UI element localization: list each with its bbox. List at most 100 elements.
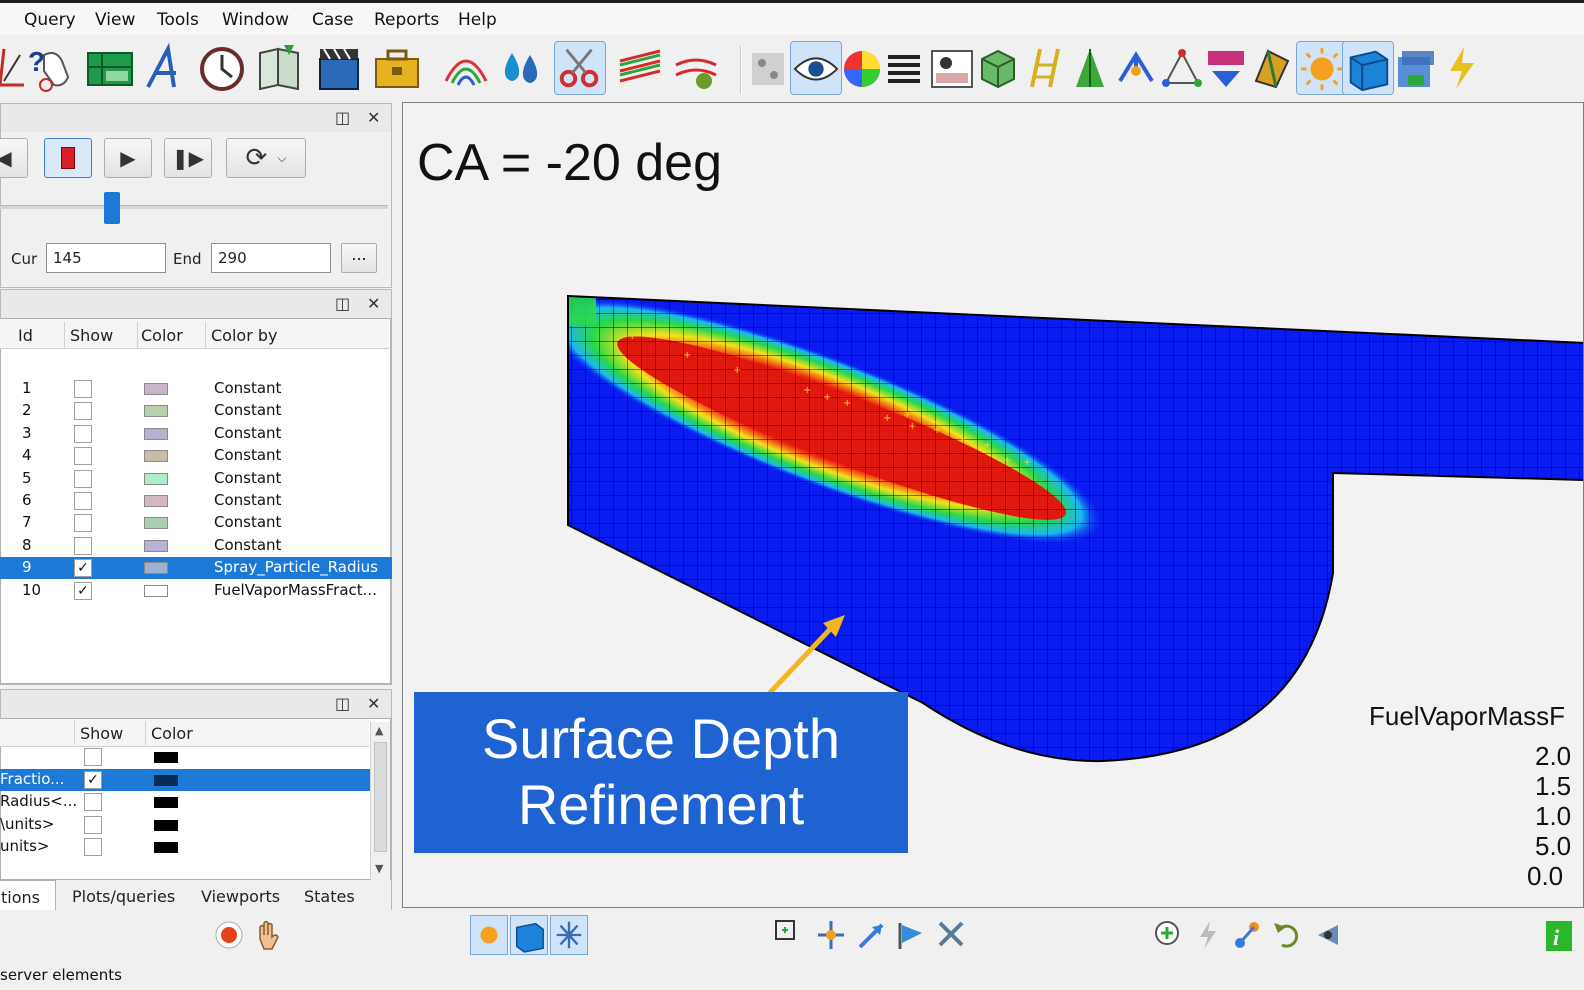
camera-icon[interactable] [926,41,978,95]
col-id[interactable]: Id [18,326,33,345]
table-row[interactable]: 6 Constant [0,490,392,512]
show-checkbox[interactable] [84,838,102,857]
list-item[interactable]: Fractio... ✓ [0,768,370,791]
col-color[interactable]: Color [141,326,183,345]
variables-scrollbar[interactable]: ▲ ▼ [370,722,390,880]
scissors-icon[interactable] [554,41,606,95]
col-show[interactable]: Show [80,724,123,743]
info-icon[interactable]: i [1540,915,1578,955]
table-row[interactable]: 10 ✓ FuelVaporMassFract... [0,580,392,602]
annotation-icon[interactable] [140,41,192,95]
view-back-icon[interactable] [1308,915,1346,955]
menu-tools[interactable]: Tools [157,10,199,30]
record-icon[interactable] [210,915,248,955]
sun-icon[interactable] [470,915,508,955]
color-swatch[interactable] [144,539,168,552]
scroll-down-icon[interactable]: ▼ [375,862,383,875]
link-icon[interactable] [1228,915,1266,955]
stop-button[interactable] [44,138,92,178]
show-checkbox[interactable]: ✓ [74,559,92,578]
more-button[interactable]: ... [341,243,377,273]
lightning-icon[interactable] [1190,915,1228,955]
menu-window[interactable]: Window [222,10,289,30]
float-icon[interactable]: ◫ [335,108,350,127]
list-item[interactable]: \units> [0,814,370,836]
spreadsheet-icon[interactable] [84,41,136,95]
color-swatch[interactable] [144,405,168,418]
show-checkbox[interactable] [74,380,92,398]
tab-states[interactable]: States [292,880,367,910]
list-item[interactable] [0,746,370,768]
undo-view-icon[interactable] [1268,915,1306,955]
lightning-icon[interactable] [1436,41,1488,95]
color-swatch[interactable] [144,450,168,463]
slab-icon[interactable] [1388,41,1440,95]
lines-icon[interactable] [614,41,666,95]
table-row[interactable]: 8 Constant [0,535,392,557]
end-field[interactable]: 290 [211,243,331,273]
mesh-icon[interactable] [1200,41,1252,95]
cur-field[interactable]: 145 [46,243,166,273]
box-icon[interactable] [510,915,548,955]
color-swatch[interactable] [144,562,168,575]
menu-view[interactable]: View [95,10,135,30]
color-swatch[interactable] [154,752,178,763]
tab-animations[interactable]: tions [0,880,56,910]
flag-arrow-icon[interactable] [892,915,930,955]
color-swatch[interactable] [154,842,178,854]
table-row[interactable]: 9 ✓ Spray_Particle_Radius [0,557,392,580]
navigate-icon[interactable] [812,915,850,955]
color-swatch[interactable] [144,517,168,530]
flag-icon[interactable] [1246,41,1298,95]
show-checkbox[interactable] [84,815,102,834]
float-icon[interactable]: ◫ [335,294,350,313]
color-swatch[interactable] [144,495,168,507]
streamline-icon[interactable] [670,41,722,95]
scrollbar-thumb[interactable] [374,742,387,852]
close-icon[interactable]: ✕ [367,694,380,713]
time-slider-track[interactable] [0,205,388,209]
step-back-button[interactable]: ◀ [0,138,28,178]
table-row[interactable]: 5 Constant [0,468,392,490]
step-forward-button[interactable]: ❚▶ [164,138,212,178]
color-swatch[interactable] [144,584,168,597]
table-row[interactable]: 3 Constant [0,423,392,445]
sparkle-icon[interactable] [550,915,588,955]
close-icon[interactable]: ✕ [367,108,380,127]
graphics-viewport[interactable]: CA = -20 deg + + + + + + + + + + + + + +… [402,102,1584,908]
float-icon[interactable]: ◫ [335,694,350,713]
table-row[interactable]: 7 Constant [0,512,392,534]
noise-icon[interactable] [742,41,794,95]
tab-plots-queries[interactable]: Plots/queries [60,880,187,910]
show-checkbox[interactable] [74,402,92,421]
tab-viewports[interactable]: Viewports [189,880,292,910]
menu-help[interactable]: Help [458,10,497,30]
box-icon[interactable] [1342,41,1394,95]
col-show[interactable]: Show [70,326,113,345]
sun-icon[interactable] [1296,41,1348,95]
color-swatch[interactable] [154,774,178,786]
close-icon[interactable]: ✕ [367,294,380,313]
show-checkbox[interactable]: ✓ [84,770,102,789]
list-item[interactable]: units> [0,836,370,858]
menu-case[interactable]: Case [312,10,354,30]
toolbox-icon[interactable] [370,41,422,95]
show-checkbox[interactable] [74,424,92,443]
hand-icon[interactable] [250,915,288,955]
show-checkbox[interactable] [74,514,92,533]
eye-icon[interactable] [790,41,842,95]
graph-icon[interactable] [1110,41,1162,95]
table-row[interactable]: 4 Constant [0,445,392,467]
list-item[interactable]: Radius<... [0,791,370,813]
color-swatch[interactable] [154,797,178,809]
table-row[interactable]: 1 Constant [0,378,392,400]
tools-icon[interactable] [932,915,970,955]
book-icon[interactable] [254,41,306,95]
color-swatch[interactable] [144,472,168,485]
table-row[interactable]: 2 Constant [0,400,392,422]
zoom-box-icon[interactable] [770,915,808,955]
show-checkbox[interactable] [74,469,92,488]
time-slider-thumb[interactable] [104,192,120,224]
show-checkbox[interactable] [74,536,92,555]
movie-icon[interactable] [312,41,364,95]
